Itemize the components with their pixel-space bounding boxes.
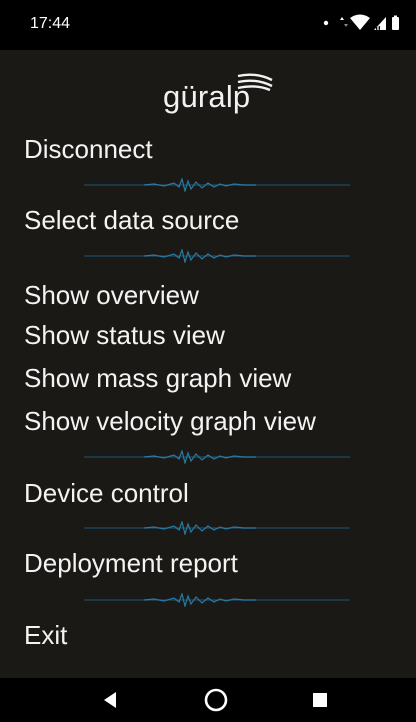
recents-icon: [313, 693, 327, 707]
waveform-divider: [84, 249, 350, 263]
back-button[interactable]: [80, 678, 140, 722]
home-button[interactable]: [186, 678, 246, 722]
menu-item-deployment-report[interactable]: Deployment report: [24, 548, 238, 579]
status-time: 17:44: [30, 15, 71, 32]
menu-item-select-data-source[interactable]: Select data source: [24, 205, 239, 236]
navigation-bar: [0, 678, 416, 722]
waveform-divider: [84, 450, 350, 464]
home-icon: [204, 688, 228, 712]
cellular-signal-icon: [374, 17, 386, 31]
menu-item-show-velocity-graph-view[interactable]: Show velocity graph view: [24, 406, 316, 437]
battery-icon: [392, 15, 399, 30]
waveform-divider: [84, 521, 350, 535]
waveform-divider: [84, 593, 350, 607]
wifi-icon: [350, 14, 370, 30]
data-arrows-icon: [340, 17, 348, 27]
dot-icon: [323, 20, 329, 26]
recents-button[interactable]: [290, 678, 350, 722]
logo-swoosh-icon: [237, 73, 273, 92]
app-area: güralp Disconnect Select data source Sho…: [0, 50, 416, 678]
menu-item-show-overview[interactable]: Show overview: [24, 280, 199, 311]
status-bar: 17:44: [0, 0, 416, 50]
waveform-divider: [84, 178, 350, 192]
guralp-logo: güralp: [0, 68, 416, 118]
menu-item-disconnect[interactable]: Disconnect: [24, 134, 153, 165]
menu-item-show-status-view[interactable]: Show status view: [24, 320, 225, 351]
status-icons: [304, 11, 404, 35]
back-icon: [104, 692, 116, 708]
menu-item-device-control[interactable]: Device control: [24, 478, 189, 509]
menu-item-exit[interactable]: Exit: [24, 620, 67, 651]
menu-item-show-mass-graph-view[interactable]: Show mass graph view: [24, 363, 291, 394]
